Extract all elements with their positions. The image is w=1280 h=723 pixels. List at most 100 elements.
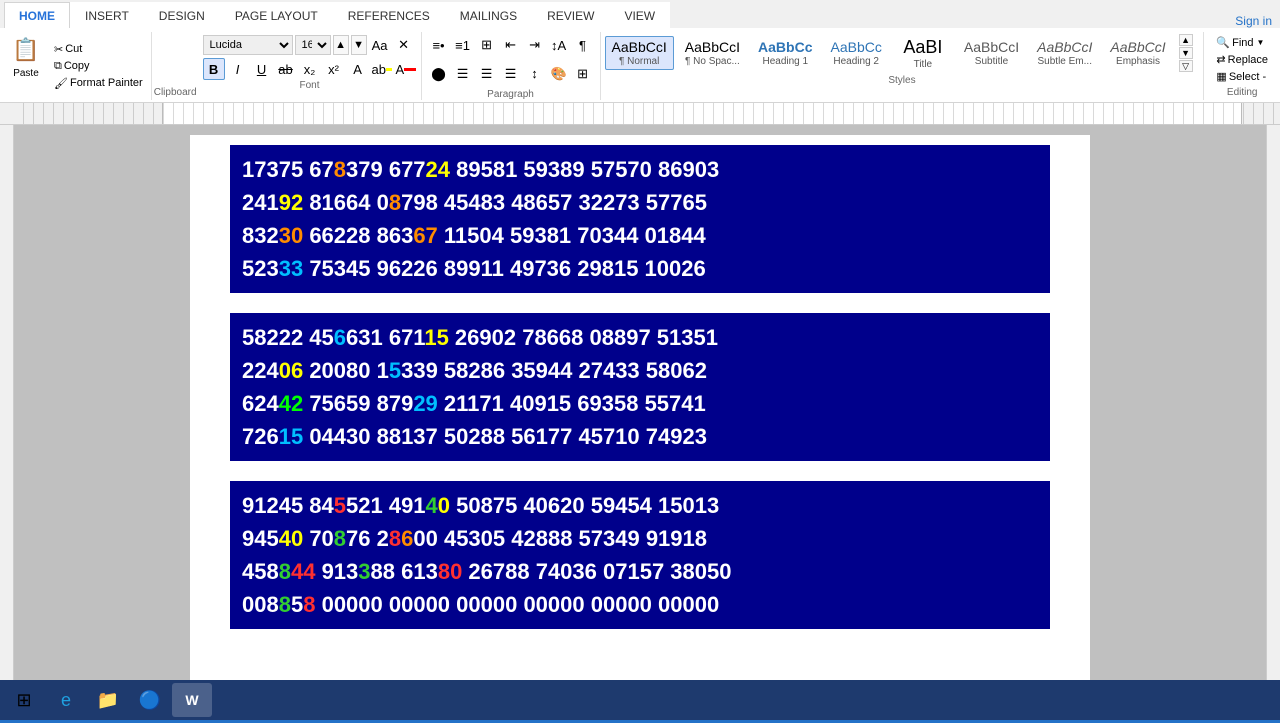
taskbar-app3-button[interactable]: 🔵 bbox=[130, 683, 170, 717]
clear-formatting-button[interactable]: ✕ bbox=[393, 34, 415, 56]
text-line-3-4: 008858 00000 00000 00000 00000 00000 000… bbox=[242, 588, 1038, 621]
text-block-3: 91245 845521 49140 50875 40620 59454 150… bbox=[230, 481, 1050, 629]
taskbar-ie-button[interactable]: e bbox=[46, 683, 86, 717]
paragraph-label: Paragraph bbox=[428, 87, 594, 100]
style-no-spacing[interactable]: AaBbCcI ¶ No Spac... bbox=[678, 36, 747, 70]
text-line-3-2: 94540 70876 28600 45305 42888 57349 9191… bbox=[242, 522, 1038, 555]
find-label: Find bbox=[1232, 37, 1253, 49]
style-no-spacing-label: ¶ No Spac... bbox=[685, 56, 740, 67]
styles-more-button[interactable]: ▽ bbox=[1179, 60, 1193, 72]
increase-indent-button[interactable]: ⇥ bbox=[524, 34, 546, 56]
shading-button[interactable]: 🎨 bbox=[548, 63, 570, 85]
justify-button[interactable]: ☰ bbox=[500, 63, 522, 85]
styles-gallery: AaBbCcI ¶ Normal AaBbCcI ¶ No Spac... Aa… bbox=[605, 34, 1200, 73]
align-center-button[interactable]: ☰ bbox=[452, 63, 474, 85]
align-right-button[interactable]: ☰ bbox=[476, 63, 498, 85]
format-painter-button[interactable]: 🖌 Format Painter bbox=[50, 76, 147, 91]
style-subtle-em[interactable]: AaBbCcI Subtle Em... bbox=[1030, 36, 1099, 70]
tab-review[interactable]: REVIEW bbox=[532, 2, 609, 28]
align-left-button[interactable]: ⬤ bbox=[428, 63, 450, 85]
taskbar: ⊞ e 📁 🔵 W bbox=[0, 680, 1280, 720]
taskbar-start-button[interactable]: ⊞ bbox=[4, 683, 44, 717]
borders-button[interactable]: ⊞ bbox=[572, 63, 594, 85]
show-paragraph-button[interactable]: ¶ bbox=[572, 34, 594, 56]
tab-view[interactable]: VIEW bbox=[609, 2, 670, 28]
replace-button[interactable]: ⇄ Replace bbox=[1212, 51, 1272, 68]
superscript-button[interactable]: x² bbox=[323, 58, 345, 80]
cut-button[interactable]: ✂ Cut bbox=[50, 42, 147, 57]
style-heading2-label: Heading 2 bbox=[833, 56, 879, 67]
numbering-button[interactable]: ≡1 bbox=[452, 34, 474, 56]
style-heading2[interactable]: AaBbCc Heading 2 bbox=[824, 36, 889, 70]
italic-button[interactable]: I bbox=[227, 58, 249, 80]
format-painter-icon: 🖌 bbox=[54, 77, 68, 90]
bullets-button[interactable]: ≡• bbox=[428, 34, 450, 56]
tab-references[interactable]: REFERENCES bbox=[333, 2, 445, 28]
multilevel-list-button[interactable]: ⊞ bbox=[476, 34, 498, 56]
styles-scroll-down-button[interactable]: ▼ bbox=[1179, 47, 1193, 59]
folder-icon: 📁 bbox=[96, 688, 120, 712]
font-name-select[interactable]: Lucida bbox=[203, 35, 293, 55]
underline-button[interactable]: U bbox=[251, 58, 273, 80]
tab-page-layout[interactable]: PAGE LAYOUT bbox=[220, 2, 333, 28]
style-title-label: Title bbox=[914, 59, 933, 70]
tab-home[interactable]: HOME bbox=[4, 2, 70, 28]
style-normal[interactable]: AaBbCcI ¶ Normal bbox=[605, 36, 674, 70]
style-emphasis-label: Emphasis bbox=[1116, 56, 1160, 67]
sign-in-button[interactable]: Sign in bbox=[1235, 14, 1272, 28]
sort-button[interactable]: ↕A bbox=[548, 34, 570, 56]
vertical-ruler bbox=[0, 125, 14, 699]
text-effects-button[interactable]: A bbox=[347, 58, 369, 80]
cut-label: Cut bbox=[65, 43, 82, 55]
text-line-1-3: 83230 66228 86367 11504 59381 70344 0184… bbox=[242, 219, 1038, 252]
font-size-increase-button[interactable]: ▲ bbox=[333, 35, 349, 55]
font-group-label: Font bbox=[203, 80, 417, 91]
find-dropdown-arrow: ▼ bbox=[1257, 38, 1265, 47]
decrease-indent-button[interactable]: ⇤ bbox=[500, 34, 522, 56]
scissors-icon: ✂ bbox=[54, 43, 63, 56]
paste-button[interactable]: 📋 Paste bbox=[4, 32, 48, 100]
line-spacing-button[interactable]: ↕ bbox=[524, 63, 546, 85]
font-size-decrease-button[interactable]: ▼ bbox=[351, 35, 367, 55]
text-line-1-4: 52333 75345 96226 89911 49736 29815 1002… bbox=[242, 252, 1038, 285]
styles-label: Styles bbox=[605, 73, 1200, 86]
find-button[interactable]: 🔍 Find ▼ bbox=[1212, 34, 1272, 51]
taskbar-folder-button[interactable]: 📁 bbox=[88, 683, 128, 717]
copy-button[interactable]: ⧉ Copy bbox=[50, 59, 147, 74]
clipboard-group: 📋 Paste ✂ Cut ⧉ Copy 🖌 Format Painter bbox=[0, 32, 152, 100]
text-line-2-2: 22406 20080 15339 58286 35944 27433 5806… bbox=[242, 354, 1038, 387]
text-line-2-3: 62442 75659 87929 21171 40915 69358 5574… bbox=[242, 387, 1038, 420]
select-button[interactable]: ▦ Select - bbox=[1212, 68, 1272, 85]
tab-mailings[interactable]: MAILINGS bbox=[445, 2, 532, 28]
subscript-button[interactable]: x₂ bbox=[299, 58, 321, 80]
styles-scroll-up-button[interactable]: ▲ bbox=[1179, 34, 1193, 46]
text-line-3-3: 458844 913388 61380 26788 74036 07157 38… bbox=[242, 555, 1038, 588]
find-icon: 🔍 bbox=[1216, 36, 1230, 49]
taskbar-word-button[interactable]: W bbox=[172, 683, 212, 717]
main-area: 17375 678379 67724 89581 59389 57570 869… bbox=[0, 125, 1280, 699]
replace-label: Replace bbox=[1228, 54, 1268, 66]
font-color-button[interactable]: A bbox=[395, 58, 417, 80]
bold-button[interactable]: B bbox=[203, 58, 225, 80]
font-row1: Lucida 16.5 ▲ ▼ Aa ✕ bbox=[203, 34, 417, 56]
clipboard-sub: ✂ Cut ⧉ Copy 🖌 Format Painter bbox=[50, 32, 147, 100]
style-subtitle[interactable]: AaBbCcI Subtitle bbox=[957, 36, 1026, 70]
windows-icon: ⊞ bbox=[12, 688, 36, 712]
style-title[interactable]: AaBI Title bbox=[893, 34, 953, 73]
vertical-scrollbar[interactable] bbox=[1266, 125, 1280, 699]
tab-design[interactable]: DESIGN bbox=[144, 2, 220, 28]
highlight-color-button[interactable]: ab bbox=[371, 58, 393, 80]
strikethrough-button[interactable]: ab bbox=[275, 58, 297, 80]
style-subtitle-label: Subtitle bbox=[975, 56, 1008, 67]
change-case-button[interactable]: Aa bbox=[369, 34, 391, 56]
text-line-1-2: 24192 81664 08798 45483 48657 32273 5776… bbox=[242, 186, 1038, 219]
document-scroll-area[interactable]: 17375 678379 67724 89581 59389 57570 869… bbox=[14, 125, 1266, 699]
style-emphasis[interactable]: AaBbCcI Emphasis bbox=[1103, 36, 1172, 70]
style-heading1-label: Heading 1 bbox=[762, 56, 808, 67]
tab-insert[interactable]: INSERT bbox=[70, 2, 144, 28]
style-subtle-em-preview: AaBbCcI bbox=[1037, 39, 1092, 56]
style-heading1[interactable]: AaBbCc Heading 1 bbox=[751, 36, 819, 70]
font-size-select[interactable]: 16.5 bbox=[295, 35, 331, 55]
editing-group: 🔍 Find ▼ ⇄ Replace ▦ Select - Editing bbox=[1204, 32, 1280, 100]
ruler bbox=[0, 103, 1280, 125]
